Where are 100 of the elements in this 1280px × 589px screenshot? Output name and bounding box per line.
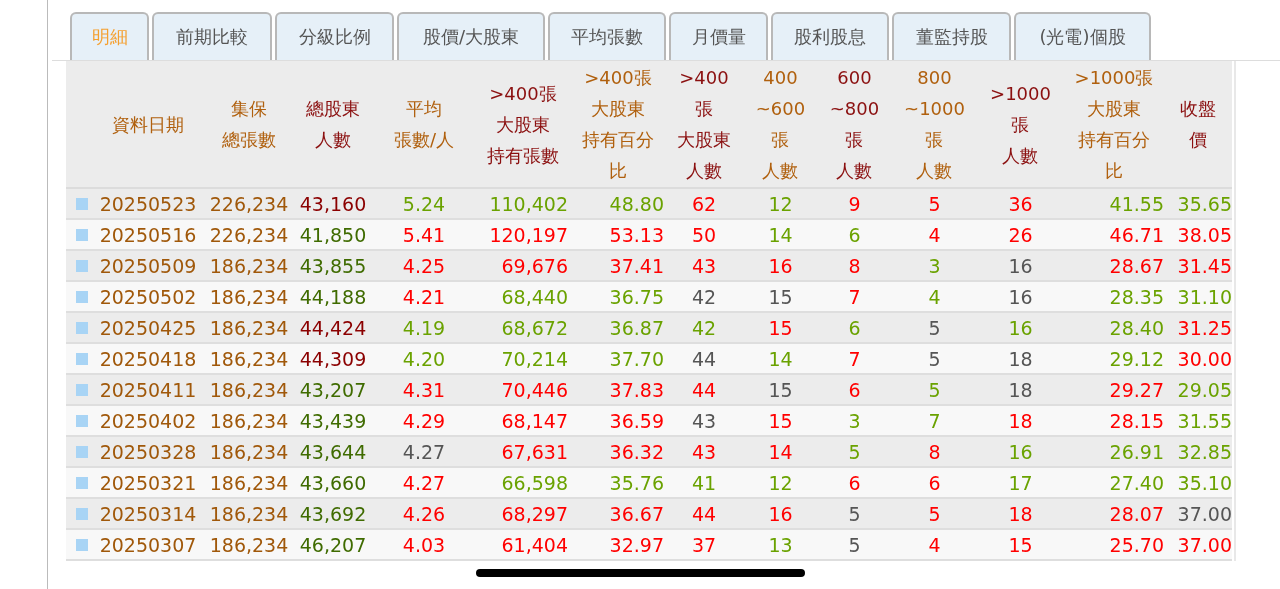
column-header: 800~1000張人數 bbox=[904, 66, 965, 183]
table-cell: 70,446 bbox=[501, 378, 568, 401]
table-cell: 32.97 bbox=[609, 533, 664, 556]
column-header: >1000張大股東持有百分比 bbox=[1074, 66, 1154, 183]
table-cell: 20250314 bbox=[99, 502, 197, 525]
table-cell: 35.10 bbox=[1177, 471, 1232, 494]
table-cell: 6 bbox=[848, 316, 861, 339]
table-cell: 16 bbox=[768, 254, 793, 277]
table-cell: 18 bbox=[1008, 409, 1033, 432]
table-cell: 70,214 bbox=[501, 347, 568, 370]
table-cell: 28.15 bbox=[1109, 409, 1164, 432]
table-cell: 6 bbox=[848, 378, 861, 401]
tab[interactable]: 股價/大股東 bbox=[397, 12, 545, 60]
tab[interactable]: 平均張數 bbox=[548, 12, 666, 60]
column-header: 600~800張人數 bbox=[829, 66, 880, 183]
column-header: >400張大股東持有張數 bbox=[487, 81, 559, 168]
table-cell: 42 bbox=[691, 285, 717, 308]
column-header: >1000張人數 bbox=[990, 81, 1051, 168]
table-cell: 36 bbox=[1008, 192, 1033, 215]
table-cell: 20250411 bbox=[99, 378, 197, 401]
table-cell: 41.55 bbox=[1109, 192, 1164, 215]
table-cell: 37.83 bbox=[609, 378, 664, 401]
row-marker-icon bbox=[76, 383, 88, 396]
tab[interactable]: (光電)個股 bbox=[1014, 12, 1151, 60]
table-cell: 31.45 bbox=[1177, 254, 1232, 277]
table-cell: 226,234 bbox=[209, 192, 289, 215]
table-cell: 43,660 bbox=[299, 471, 367, 494]
tab[interactable]: 股利股息 bbox=[771, 12, 889, 60]
table-cell: 28.07 bbox=[1109, 502, 1164, 525]
table-cell: 14 bbox=[768, 440, 793, 463]
table-cell: 4 bbox=[928, 285, 941, 308]
row-marker-icon bbox=[76, 538, 88, 551]
table-cell: 186,234 bbox=[209, 254, 289, 277]
table-cell: 31.10 bbox=[1177, 285, 1232, 308]
table-cell: 3 bbox=[928, 254, 941, 277]
table-cell: 5.24 bbox=[402, 192, 446, 215]
table-cell: 66,598 bbox=[501, 471, 568, 494]
table-cell: 46,207 bbox=[299, 533, 367, 556]
table-cell: 13 bbox=[768, 533, 793, 556]
table-cell: 4.20 bbox=[402, 347, 446, 370]
table-cell: 5 bbox=[928, 502, 941, 525]
table-cell: 68,297 bbox=[501, 502, 568, 525]
table-cell: 41 bbox=[691, 471, 717, 494]
table-cell: 18 bbox=[1008, 502, 1033, 525]
table-cell: 5 bbox=[928, 192, 941, 215]
table-cell: 20250402 bbox=[99, 409, 197, 432]
table-cell: 15 bbox=[768, 378, 793, 401]
table-cell: 20250509 bbox=[99, 254, 197, 277]
table-cell: 4.19 bbox=[402, 316, 446, 339]
table-cell: 12 bbox=[768, 192, 793, 215]
row-marker-icon bbox=[76, 476, 88, 489]
table-cell: 8 bbox=[928, 440, 941, 463]
column-header: 集保總張數 bbox=[222, 97, 276, 152]
table-cell: 44 bbox=[691, 502, 717, 525]
table-cell: 5.41 bbox=[402, 223, 446, 246]
column-header: 收盤價 bbox=[1180, 97, 1216, 152]
table-cell: 37.00 bbox=[1177, 502, 1232, 525]
table-cell: 15 bbox=[1008, 533, 1033, 556]
row-marker-icon bbox=[76, 290, 88, 303]
table-cell: 110,402 bbox=[489, 192, 568, 215]
table-cell: 44 bbox=[691, 347, 717, 370]
table-cell: 28.35 bbox=[1109, 285, 1164, 308]
table-cell: 3 bbox=[848, 409, 861, 432]
table-cell: 186,234 bbox=[209, 378, 289, 401]
tab[interactable]: 分級比例 bbox=[275, 12, 394, 60]
table-cell: 68,440 bbox=[501, 285, 568, 308]
table-cell: 18 bbox=[1008, 378, 1033, 401]
table-cell: 26 bbox=[1008, 223, 1033, 246]
row-marker-icon bbox=[76, 445, 88, 458]
table-cell: 44,309 bbox=[299, 347, 367, 370]
tab[interactable]: 月價量 bbox=[669, 12, 768, 60]
row-marker-icon bbox=[76, 259, 88, 272]
column-header: 平均張數/人 bbox=[393, 97, 455, 152]
tab[interactable]: 前期比較 bbox=[152, 12, 272, 60]
table-cell: 18 bbox=[1008, 347, 1033, 370]
table-cell: 16 bbox=[1008, 440, 1033, 463]
table-cell: 4.29 bbox=[402, 409, 446, 432]
table-cell: 35.76 bbox=[609, 471, 664, 494]
table-cell: 4.27 bbox=[402, 440, 446, 463]
table-cell: 15 bbox=[768, 409, 793, 432]
table-cell: 120,197 bbox=[489, 223, 568, 246]
table-cell: 20250418 bbox=[99, 347, 197, 370]
table-cell: 29.05 bbox=[1177, 378, 1232, 401]
table-cell: 7 bbox=[848, 285, 861, 308]
column-header: 總股東人數 bbox=[306, 97, 360, 152]
table-cell: 4.27 bbox=[402, 471, 446, 494]
table-cell: 28.40 bbox=[1109, 316, 1164, 339]
table-cell: 5 bbox=[848, 502, 861, 525]
table-cell: 186,234 bbox=[209, 440, 289, 463]
table-cell: 16 bbox=[1008, 254, 1033, 277]
column-header: >400張大股東人數 bbox=[677, 66, 731, 183]
table-cell: 7 bbox=[928, 409, 941, 432]
table-cell: 186,234 bbox=[209, 471, 289, 494]
table-cell: 186,234 bbox=[209, 533, 289, 556]
table-cell: 5 bbox=[848, 440, 861, 463]
tab[interactable]: 董監持股 bbox=[892, 12, 1011, 60]
table-cell: 4.31 bbox=[402, 378, 446, 401]
table-cell: 20250307 bbox=[99, 533, 197, 556]
table-cell: 46.71 bbox=[1109, 223, 1164, 246]
table-cell: 43,692 bbox=[299, 502, 367, 525]
